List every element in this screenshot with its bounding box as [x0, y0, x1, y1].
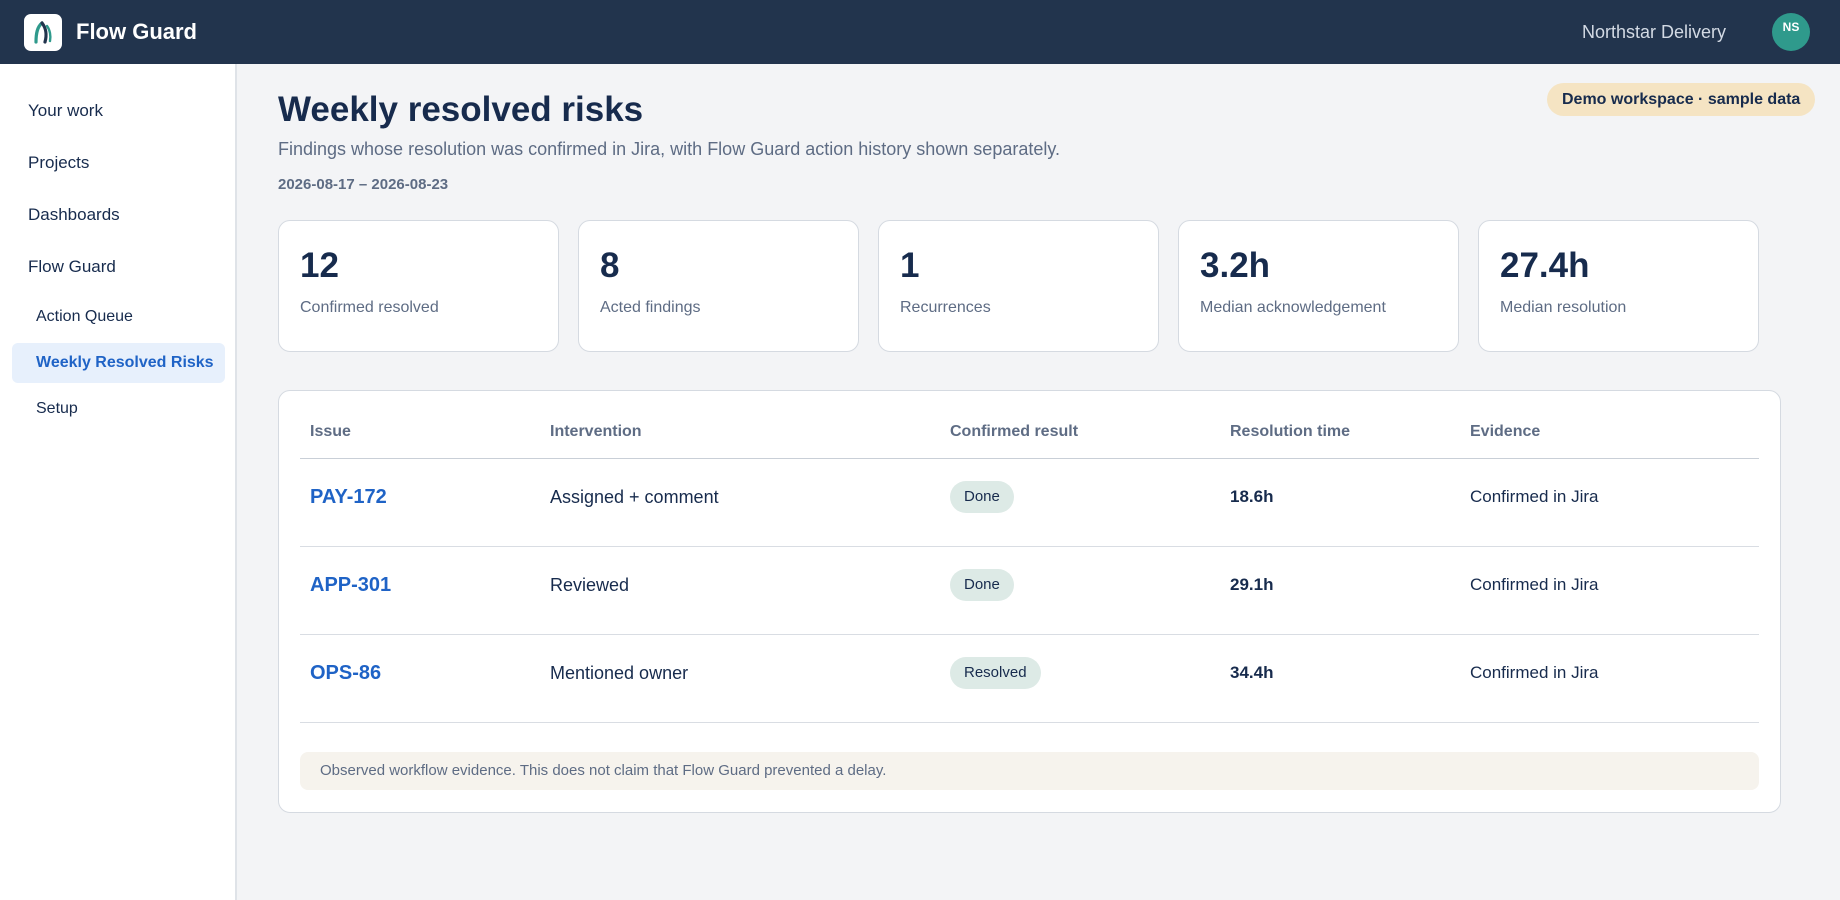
flow-guard-logo-icon[interactable]	[24, 14, 62, 51]
evidence-text: Confirmed in Jira	[1470, 487, 1599, 506]
resolved-risks-table: Issue Intervention Confirmed result Reso…	[278, 390, 1781, 813]
metric-value: 3.2h	[1200, 246, 1271, 285]
metric-label: Acted findings	[600, 299, 701, 316]
top-bar: Flow Guard Northstar Delivery NS	[0, 0, 1840, 64]
metric-card-median-resolution: 27.4h Median resolution	[1478, 220, 1759, 352]
intervention-text: Reviewed	[550, 575, 630, 595]
intervention-text: Assigned + comment	[550, 487, 719, 507]
status-badge: Done	[950, 481, 1014, 513]
date-range: 2026-08-17 – 2026-08-23	[278, 176, 449, 193]
resolution-time: 34.4h	[1230, 663, 1274, 682]
demo-workspace-badge: Demo workspace · sample data	[1547, 83, 1816, 116]
metric-label: Recurrences	[900, 299, 991, 316]
metric-value: 8	[600, 246, 620, 285]
column-header-resolution-time: Resolution time	[1230, 423, 1351, 440]
sidebar-item-setup[interactable]: Setup	[12, 389, 225, 429]
evidence-disclaimer: Observed workflow evidence. This does no…	[300, 752, 1759, 790]
column-header-issue: Issue	[310, 423, 351, 440]
column-header-confirmed-result: Confirmed result	[950, 423, 1079, 440]
workspace-name[interactable]: Northstar Delivery	[1582, 21, 1726, 43]
metric-value: 12	[300, 246, 339, 285]
sidebar: Your work Projects Dashboards Flow Guard…	[0, 64, 237, 900]
metric-value: 1	[900, 246, 920, 285]
metric-card-confirmed-resolved: 12 Confirmed resolved	[278, 220, 559, 352]
issue-link[interactable]: PAY-172	[310, 486, 387, 508]
metric-card-recurrences: 1 Recurrences	[878, 220, 1159, 352]
sidebar-item-projects[interactable]: Projects	[28, 153, 89, 173]
column-header-evidence: Evidence	[1470, 423, 1541, 440]
app-title[interactable]: Flow Guard	[76, 19, 197, 45]
row-divider	[300, 722, 1759, 723]
resolution-time: 29.1h	[1230, 575, 1274, 594]
column-header-intervention: Intervention	[550, 423, 642, 440]
evidence-text: Confirmed in Jira	[1470, 575, 1599, 594]
issue-link[interactable]: OPS-86	[310, 662, 381, 684]
metric-value: 27.4h	[1500, 246, 1590, 285]
metric-label: Median acknowledgement	[1200, 299, 1386, 316]
status-badge: Done	[950, 569, 1014, 601]
page-subtitle: Findings whose resolution was confirmed …	[278, 139, 1061, 159]
sidebar-item-action-queue[interactable]: Action Queue	[12, 297, 225, 337]
row-divider	[300, 634, 1759, 635]
sidebar-item-flow-guard[interactable]: Flow Guard	[28, 257, 116, 277]
header-divider	[300, 458, 1759, 459]
resolution-time: 18.6h	[1230, 487, 1274, 506]
metric-label: Confirmed resolved	[300, 299, 439, 316]
issue-link[interactable]: APP-301	[310, 574, 391, 596]
page-title: Weekly resolved risks	[278, 90, 644, 129]
metric-card-median-acknowledgement: 3.2h Median acknowledgement	[1178, 220, 1459, 352]
status-badge: Resolved	[950, 657, 1041, 689]
sidebar-item-weekly-resolved-risks[interactable]: Weekly Resolved Risks	[12, 343, 225, 383]
metric-card-acted-findings: 8 Acted findings	[578, 220, 859, 352]
row-divider	[300, 546, 1759, 547]
sidebar-item-your-work[interactable]: Your work	[28, 101, 103, 121]
metric-label: Median resolution	[1500, 299, 1627, 316]
sidebar-item-dashboards[interactable]: Dashboards	[28, 205, 120, 225]
intervention-text: Mentioned owner	[550, 663, 689, 683]
evidence-text: Confirmed in Jira	[1470, 663, 1599, 682]
user-avatar[interactable]: NS	[1772, 13, 1810, 51]
